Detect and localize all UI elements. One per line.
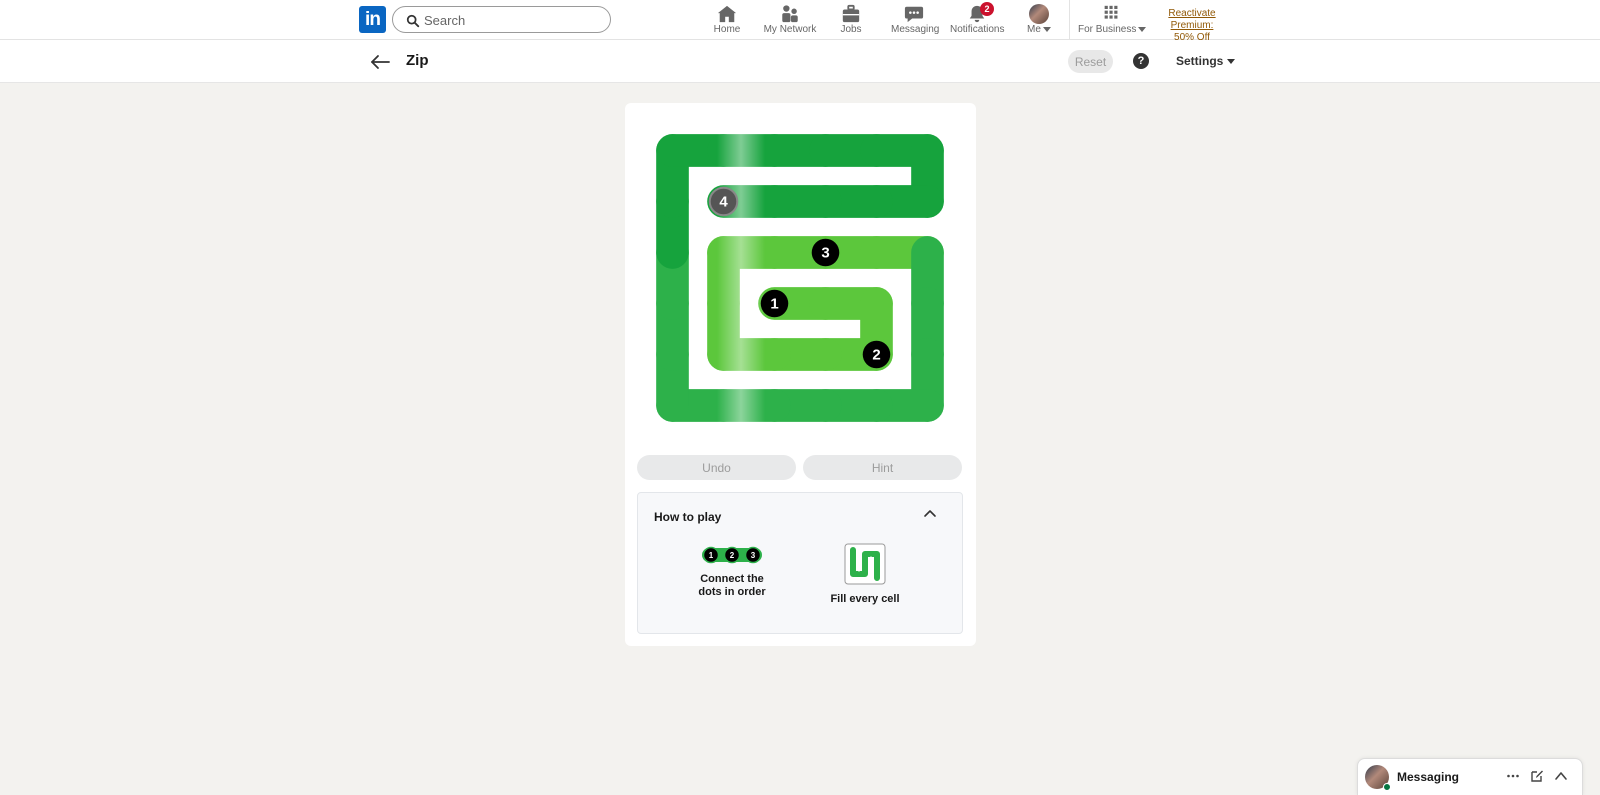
nav-label: Me — [1025, 24, 1053, 36]
caret-down-icon — [1227, 59, 1236, 65]
rule-dot-label: 2 — [730, 551, 735, 560]
avatar — [1029, 4, 1049, 24]
checkpoint-3[interactable]: 3 — [811, 238, 840, 267]
notification-badge: 2 — [980, 2, 994, 16]
nav-label: For Business — [1078, 24, 1147, 36]
game-card: 1 2 3 4 Undo Hint How to play 1 2 3 Connect… — [625, 103, 976, 646]
path-shine — [717, 125, 765, 431]
compose-icon[interactable] — [1530, 769, 1544, 783]
rule-dot-label: 1 — [709, 551, 714, 560]
nav-label: My Network — [763, 24, 817, 35]
game-header: Zip Reset ? Settings — [0, 40, 1600, 83]
chat-icon — [904, 6, 924, 23]
checkpoint-label: 2 — [872, 347, 880, 364]
checkpoint-label: 3 — [821, 245, 829, 262]
checkpoint-4[interactable]: 4 — [708, 186, 739, 217]
rule-dot: 3 — [744, 546, 762, 564]
nav-notifications[interactable]: 2 Notifications — [950, 2, 1005, 38]
rule-text: Fill every cell — [830, 593, 900, 605]
rule-connect-dots: 1 2 3 Connect the dots in order — [690, 545, 774, 599]
rule-text-line: dots in order — [698, 586, 766, 598]
nav-me[interactable]: Me — [1025, 4, 1053, 38]
caret-down-icon — [1042, 26, 1051, 32]
page-title: Zip — [406, 52, 429, 69]
hint-button[interactable]: Hint — [803, 455, 962, 480]
rule-text-line: Connect the — [700, 573, 764, 585]
nav-my-network[interactable]: My Network — [762, 4, 818, 38]
nav-label: Home — [713, 24, 741, 35]
board-background — [647, 125, 953, 431]
chevron-up-icon[interactable] — [923, 508, 937, 518]
nav-label: Jobs — [840, 24, 862, 35]
checkpoint-1[interactable]: 1 — [760, 289, 789, 318]
linkedin-logo-icon[interactable]: in — [359, 6, 386, 33]
network-icon — [782, 5, 798, 23]
rule-text: Connect the dots in order — [690, 573, 774, 599]
nav-divider — [1069, 0, 1070, 40]
game-board[interactable]: 1 2 3 4 — [647, 125, 953, 431]
rule-dot: 2 — [723, 546, 741, 564]
rule-dot: 1 — [702, 546, 720, 564]
how-to-play-panel: How to play 1 2 3 Connect the dots in or… — [637, 492, 963, 634]
search-input[interactable] — [424, 10, 599, 30]
checkpoint-label: 4 — [719, 194, 728, 211]
messaging-label: Messaging — [1397, 770, 1460, 784]
briefcase-icon — [842, 4, 860, 23]
back-arrow-icon[interactable] — [369, 53, 391, 71]
undo-button[interactable]: Undo — [637, 455, 796, 480]
reset-button[interactable]: Reset — [1068, 50, 1113, 73]
search-box[interactable] — [392, 6, 611, 33]
rule-dot-label: 3 — [751, 551, 756, 560]
chevron-up-icon[interactable] — [1554, 769, 1568, 783]
nav-messaging[interactable]: Messaging — [891, 4, 940, 38]
messaging-bar[interactable]: Messaging — [1357, 758, 1583, 795]
connect-dots-icon: 1 2 3 — [702, 546, 762, 564]
reactivate-premium-link[interactable]: Reactivate Premium: 50% Off — [1146, 8, 1238, 44]
board-canvas[interactable]: 1 2 3 4 — [647, 125, 953, 431]
global-nav: in Home My Network Jobs Mes — [0, 0, 1600, 43]
search-icon — [406, 14, 420, 28]
rule-fill-cells: Fill every cell — [828, 543, 902, 606]
nav-label: Messaging — [891, 24, 940, 35]
grid-icon — [1104, 5, 1118, 19]
nav-label: Notifications — [950, 24, 1005, 35]
premium-line: Reactivate Premium: — [1168, 8, 1216, 31]
nav-jobs[interactable]: Jobs — [836, 4, 866, 38]
how-to-play-title: How to play — [654, 510, 722, 524]
more-options-icon[interactable] — [1506, 769, 1520, 783]
help-icon[interactable]: ? — [1133, 53, 1149, 69]
online-status-icon — [1383, 783, 1391, 791]
checkpoint-2[interactable]: 2 — [862, 340, 891, 369]
checkpoint-label: 1 — [770, 296, 778, 313]
settings-label: Settings — [1176, 54, 1224, 68]
nav-for-business[interactable]: For Business — [1078, 4, 1147, 38]
home-icon — [717, 5, 737, 23]
nav-home[interactable]: Home — [711, 4, 743, 38]
fill-cells-icon — [844, 543, 886, 585]
settings-dropdown[interactable]: Settings — [1176, 54, 1236, 68]
